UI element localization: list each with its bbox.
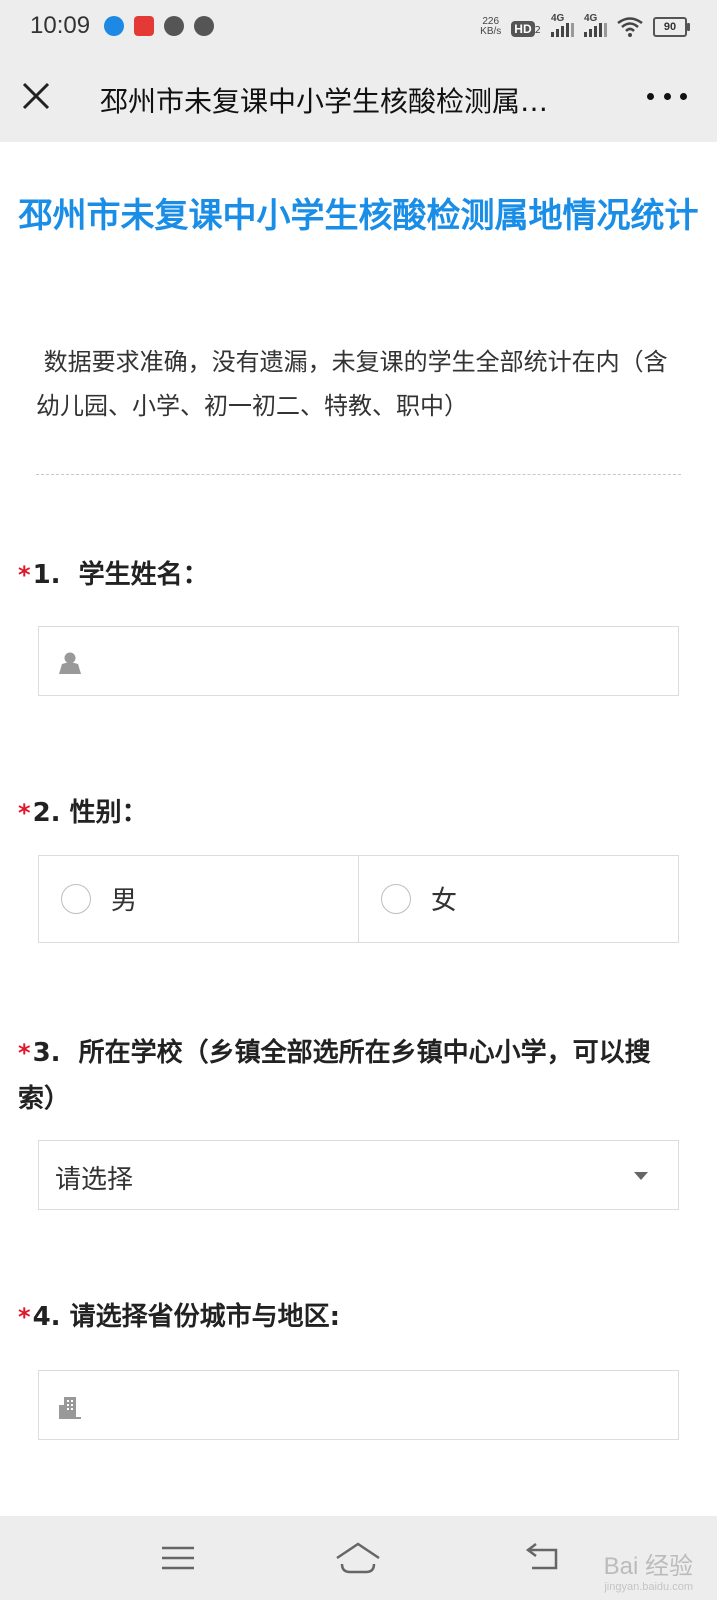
question-number: 3. bbox=[32, 1038, 61, 1068]
speed-gauge-icon bbox=[194, 16, 214, 36]
back-button[interactable] bbox=[524, 1540, 564, 1576]
browser-app-icon bbox=[104, 16, 124, 36]
question-text: 性别： bbox=[69, 798, 148, 828]
question-text: 所在学校（乡镇全部选所在乡镇中心小学，可以搜索） bbox=[18, 1038, 651, 1114]
required-mark: * bbox=[18, 561, 31, 589]
question-1-label: *1. 学生姓名： bbox=[18, 552, 209, 598]
signal-4g-icon: 4G bbox=[551, 13, 574, 37]
page-title: 邳州市未复课中小学生核酸检测属地情况统计 bbox=[18, 196, 699, 236]
more-dot-icon bbox=[680, 92, 687, 100]
building-icon bbox=[59, 1397, 81, 1419]
required-mark: * bbox=[18, 799, 31, 827]
question-text: 请选择省份城市与地区: bbox=[69, 1302, 340, 1332]
battery-icon: 90 bbox=[653, 17, 690, 37]
home-button[interactable] bbox=[334, 1540, 382, 1576]
status-bar: 10:09 226 KB/s HD 2 4G 4G 90 bbox=[0, 0, 717, 54]
status-time: 10:09 bbox=[30, 12, 91, 39]
divider bbox=[36, 474, 681, 475]
hd-label: HD bbox=[511, 20, 535, 37]
baidu-watermark: Bai 经验 jingyan.baidu.com bbox=[604, 1546, 693, 1593]
nav-bar: 邳州市未复课中小学生核酸检测属… bbox=[0, 54, 717, 142]
question-number: 4. bbox=[32, 1302, 61, 1332]
question-2-label: *2. 性别： bbox=[18, 790, 148, 836]
watermark-brand: Bai 经验 bbox=[603, 1553, 693, 1580]
menu-button[interactable] bbox=[160, 1540, 200, 1576]
region-field[interactable] bbox=[38, 1370, 679, 1441]
more-dot-icon bbox=[647, 92, 654, 100]
radio-button[interactable] bbox=[61, 884, 91, 914]
system-nav-bar: Bai 经验 jingyan.baidu.com bbox=[0, 1516, 717, 1600]
radio-label: 女 bbox=[431, 886, 458, 916]
caret-down-icon bbox=[634, 1172, 648, 1180]
required-mark: * bbox=[18, 1303, 31, 1331]
gender-radio-group: 男 女 bbox=[38, 855, 679, 943]
close-button[interactable] bbox=[18, 78, 54, 114]
person-icon bbox=[59, 652, 81, 674]
chat-bubble-icon bbox=[164, 16, 184, 36]
student-name-field[interactable] bbox=[38, 626, 679, 697]
gender-option-male[interactable]: 男 bbox=[39, 856, 358, 942]
net-speed-unit: KB/s bbox=[480, 26, 502, 37]
menu-icon bbox=[162, 1546, 194, 1570]
radio-label: 男 bbox=[111, 886, 138, 916]
signal-label: 4G bbox=[551, 13, 565, 24]
signal-4g-icon-2: 4G bbox=[584, 13, 607, 37]
question-3-label: *3. 所在学校（乡镇全部选所在乡镇中心小学，可以搜索） bbox=[18, 1030, 658, 1122]
radio-button[interactable] bbox=[381, 884, 411, 914]
question-text: 学生姓名： bbox=[78, 560, 209, 590]
hd-sub: 2 bbox=[534, 24, 541, 36]
back-icon bbox=[525, 1543, 558, 1570]
close-icon bbox=[22, 82, 50, 110]
question-number: 1. bbox=[32, 560, 61, 590]
status-indicators: 226 KB/s HD 2 4G 4G 90 bbox=[480, 13, 690, 40]
question-number: 2. bbox=[32, 798, 61, 828]
school-select[interactable]: 请选择 bbox=[38, 1140, 679, 1210]
hd-icon: HD 2 bbox=[511, 18, 541, 37]
signal-label-2: 4G bbox=[584, 13, 598, 24]
region-input[interactable] bbox=[99, 1371, 663, 1441]
question-4-label: *4. 请选择省份城市与地区: bbox=[18, 1294, 340, 1340]
wifi-icon bbox=[617, 17, 643, 37]
watermark-url: jingyan.baidu.com bbox=[604, 1581, 693, 1593]
gender-option-female[interactable]: 女 bbox=[358, 856, 678, 942]
nav-title: 邳州市未复课中小学生核酸检测属… bbox=[100, 85, 549, 118]
net-speed: 226 KB/s bbox=[480, 17, 501, 37]
required-mark: * bbox=[18, 1039, 31, 1067]
more-dot-icon bbox=[663, 92, 671, 100]
form-description: 数据要求准确，没有遗漏，未复课的学生全部统计在内（含幼儿园、小学、初一初二、特教… bbox=[36, 340, 686, 428]
form-description-text: 数据要求准确，没有遗漏，未复课的学生全部统计在内（含幼儿园、小学、初一初二、特教… bbox=[36, 348, 668, 420]
more-menu-button[interactable] bbox=[647, 84, 687, 108]
school-select-value: 请选择 bbox=[55, 1165, 134, 1195]
student-name-input[interactable] bbox=[99, 627, 663, 697]
home-icon bbox=[336, 1542, 380, 1574]
heart-app-icon bbox=[134, 16, 154, 36]
